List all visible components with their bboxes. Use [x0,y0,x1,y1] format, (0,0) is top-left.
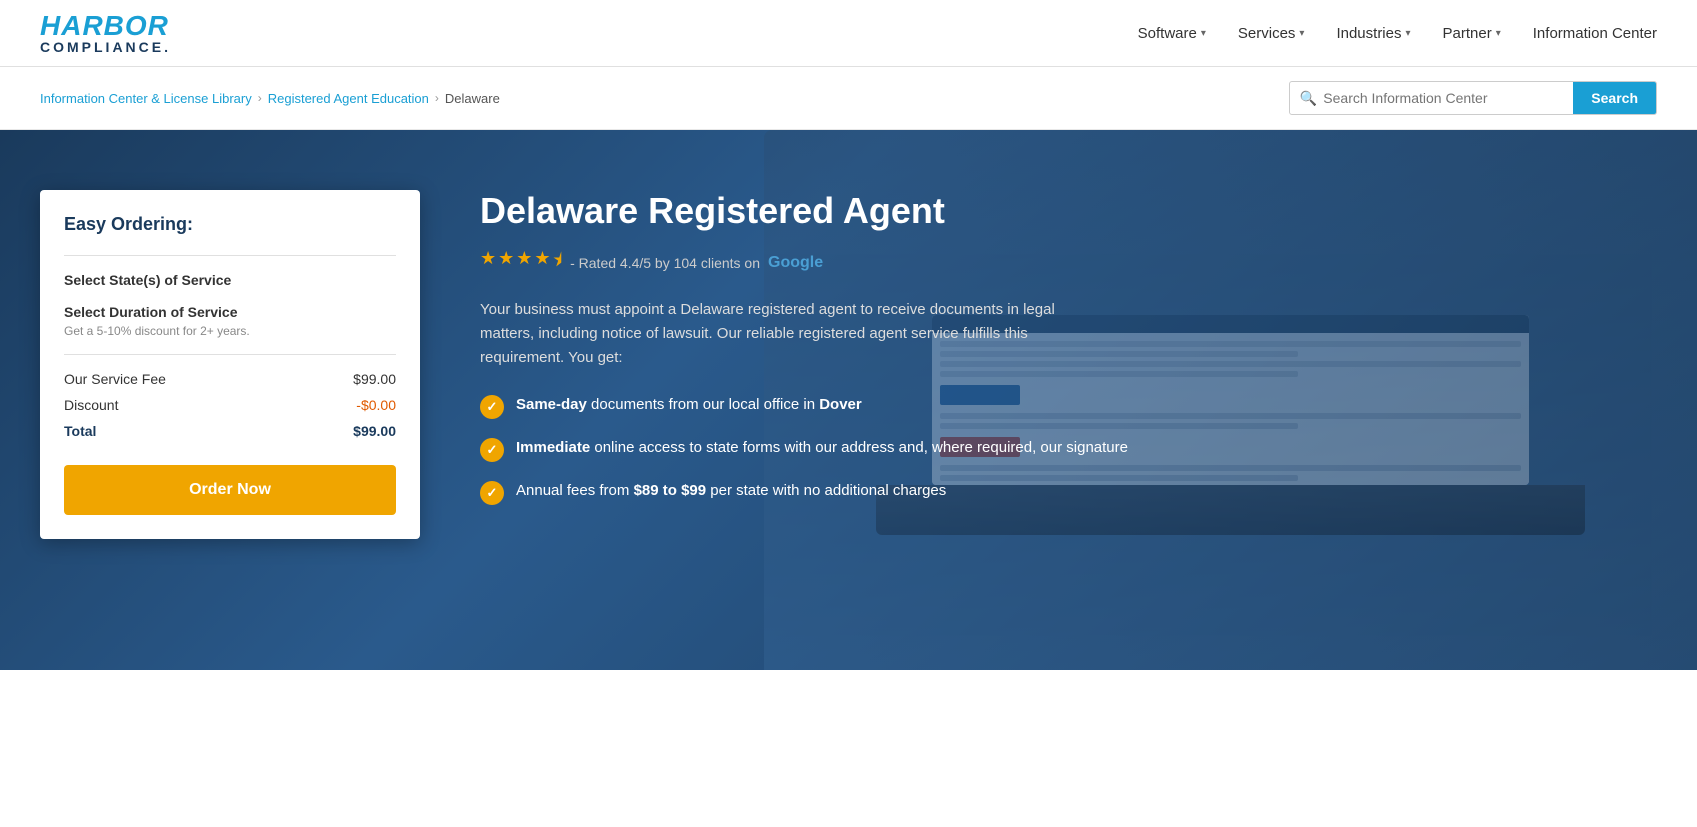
total-value: $99.00 [353,423,396,439]
bullet-text-1: Same-day documents from our local office… [516,394,862,417]
breadcrumb-separator: › [258,91,262,105]
star-3: ★ [516,248,532,278]
rating-text: - Rated 4.4/5 by 104 clients on [570,255,760,271]
nav-partner[interactable]: Partner ▾ [1443,25,1501,42]
star-4: ★ [534,248,550,278]
service-fee-value: $99.00 [353,371,396,387]
hero-content: Delaware Registered Agent ★ ★ ★ ★ ⯨ - Ra… [480,190,1657,505]
chevron-down-icon: ▾ [1496,28,1501,39]
chevron-down-icon: ▾ [1299,28,1304,39]
site-header: HARBOR COMPLIANCE. Software ▾ Services ▾… [0,0,1697,67]
order-divider-2 [64,354,396,355]
discount-note: Get a 5-10% discount for 2+ years. [64,324,396,338]
hero-bullet-3: ✓ Annual fees from $89 to $99 per state … [480,480,1657,505]
discount-value: -$0.00 [356,397,396,413]
hero-bullets: ✓ Same-day documents from our local offi… [480,394,1657,505]
total-label: Total [64,423,96,439]
bullet-check-icon-3: ✓ [480,481,504,505]
chevron-down-icon: ▾ [1201,28,1206,39]
bullet-check-icon-2: ✓ [480,438,504,462]
service-fee-label: Our Service Fee [64,371,166,387]
search-bar: 🔍 Search [1289,81,1657,115]
logo-compliance: COMPLIANCE. [40,40,171,54]
bullet-text-2: Immediate online access to state forms w… [516,437,1128,460]
star-half: ⯨ [553,248,563,278]
star-rating: ★ ★ ★ ★ ⯨ [480,248,562,278]
chevron-down-icon: ▾ [1406,28,1411,39]
order-discount-row: Discount -$0.00 [64,397,396,413]
star-1: ★ [480,248,496,278]
search-button[interactable]: Search [1573,82,1656,114]
search-icon: 🔍 [1300,90,1317,107]
logo[interactable]: HARBOR COMPLIANCE. [40,12,171,54]
hero-title: Delaware Registered Agent [480,190,1657,232]
select-state-field[interactable]: Select State(s) of Service [64,272,396,288]
hero-description: Your business must appoint a Delaware re… [480,298,1100,370]
breadcrumb-link-registered-agent[interactable]: Registered Agent Education [268,91,429,106]
order-service-fee-row: Our Service Fee $99.00 [64,371,396,387]
star-2: ★ [498,248,514,278]
breadcrumb-separator: › [435,91,439,105]
nav-information-center[interactable]: Information Center [1533,25,1657,42]
discount-label: Discount [64,397,118,413]
breadcrumb: Information Center & License Library › R… [40,91,500,106]
order-card: Easy Ordering: Select State(s) of Servic… [40,190,420,539]
google-link[interactable]: Google [768,254,823,272]
bullet-text-3: Annual fees from $89 to $99 per state wi… [516,480,946,503]
breadcrumb-bar: Information Center & License Library › R… [0,67,1697,130]
hero-rating: ★ ★ ★ ★ ⯨ - Rated 4.4/5 by 104 clients o… [480,248,1657,278]
order-total-row: Total $99.00 [64,423,396,439]
main-nav: Software ▾ Services ▾ Industries ▾ Partn… [1138,25,1657,42]
hero-section: Easy Ordering: Select State(s) of Servic… [0,130,1697,670]
logo-harbor: HARBOR [40,12,171,40]
hero-bullet-1: ✓ Same-day documents from our local offi… [480,394,1657,419]
hero-bullet-2: ✓ Immediate online access to state forms… [480,437,1657,462]
nav-software[interactable]: Software ▾ [1138,25,1206,42]
search-input-wrapper: 🔍 [1290,84,1573,113]
order-card-title: Easy Ordering: [64,214,396,235]
select-duration-field: Select Duration of Service Get a 5-10% d… [64,304,396,338]
nav-industries[interactable]: Industries ▾ [1336,25,1410,42]
search-input[interactable] [1323,90,1563,106]
order-divider [64,255,396,256]
breadcrumb-current: Delaware [445,91,500,106]
bullet-check-icon-1: ✓ [480,395,504,419]
order-now-button[interactable]: Order Now [64,465,396,515]
breadcrumb-link-info-center[interactable]: Information Center & License Library [40,91,252,106]
nav-services[interactable]: Services ▾ [1238,25,1305,42]
